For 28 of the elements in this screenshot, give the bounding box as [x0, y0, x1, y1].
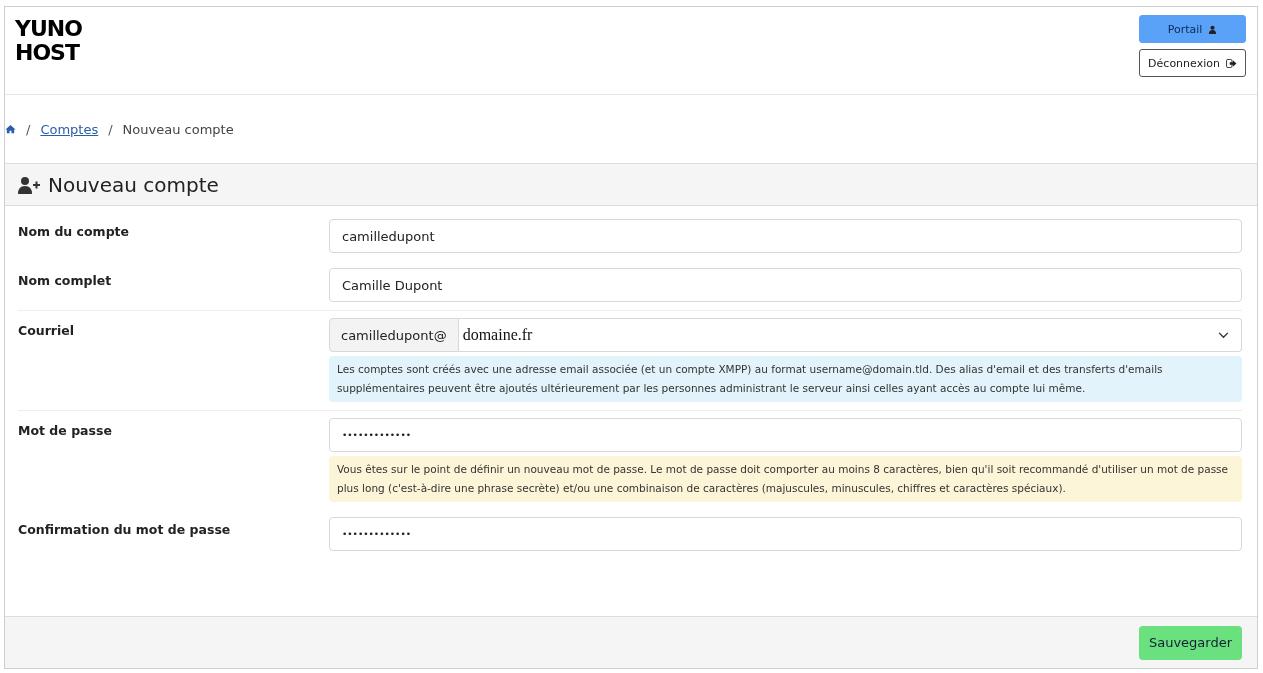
- logout-button[interactable]: Déconnexion: [1139, 49, 1246, 77]
- text-field[interactable]: Camille Dupont: [329, 268, 1242, 302]
- sign-out-icon: [1225, 58, 1237, 68]
- breadcrumb-current: Nouveau compte: [122, 121, 234, 137]
- breadcrumb-link[interactable]: Comptes: [40, 121, 99, 137]
- breadcrumb-separator: /: [108, 121, 113, 137]
- field-label: Nom complet: [18, 272, 113, 290]
- domain-select[interactable]: domaine.fr: [458, 318, 1242, 352]
- help-note: Les comptes sont créés avec une adresse email associée (et un compte XMPP) au format username@domain.tld. Des alias d'email et des transferts d'emails supplémentaires peuvent être ajoutés ultérieurement par les personnes administrant le serveur ainsi celles ayant accès au compte lui même.: [329, 356, 1242, 402]
- field-label: Courriel: [18, 322, 76, 340]
- logo: YUNO HOST: [15, 15, 82, 67]
- password-field[interactable]: •••••••••••••: [329, 517, 1242, 551]
- home-icon[interactable]: [5, 124, 16, 134]
- password-field[interactable]: •••••••••••••: [329, 418, 1242, 452]
- chevron-down-icon: [1218, 331, 1229, 339]
- portal-button[interactable]: Portail: [1139, 15, 1246, 43]
- text-field[interactable]: camilledupont: [329, 219, 1242, 253]
- field-label: Nom du compte: [18, 223, 131, 241]
- field-label: Mot de passe: [18, 422, 113, 440]
- user-icon: [1208, 24, 1218, 34]
- email-field[interactable]: camilledupont@ domaine.fr: [329, 318, 1242, 352]
- help-note: Vous êtes sur le point de définir un nouveau mot de passe. Le mot de passe doit comporter au moins 8 caractères, bien qu'il soit recommandé d'utiliser un mot de passe plus long (c'est-à-dire une phrase secrète) et/ou une combinaison de caractères (majuscules, minuscules, chiffres et caractères spéciaux).: [329, 456, 1242, 502]
- card-title: Nouveau compte: [48, 172, 219, 197]
- save-button[interactable]: Sauvegarder: [1138, 625, 1242, 660]
- email-prefix: camilledupont@: [329, 318, 459, 352]
- breadcrumb-separator: /: [26, 121, 31, 137]
- user-plus-icon: [18, 175, 40, 194]
- field-label: Confirmation du mot de passe: [18, 521, 232, 539]
